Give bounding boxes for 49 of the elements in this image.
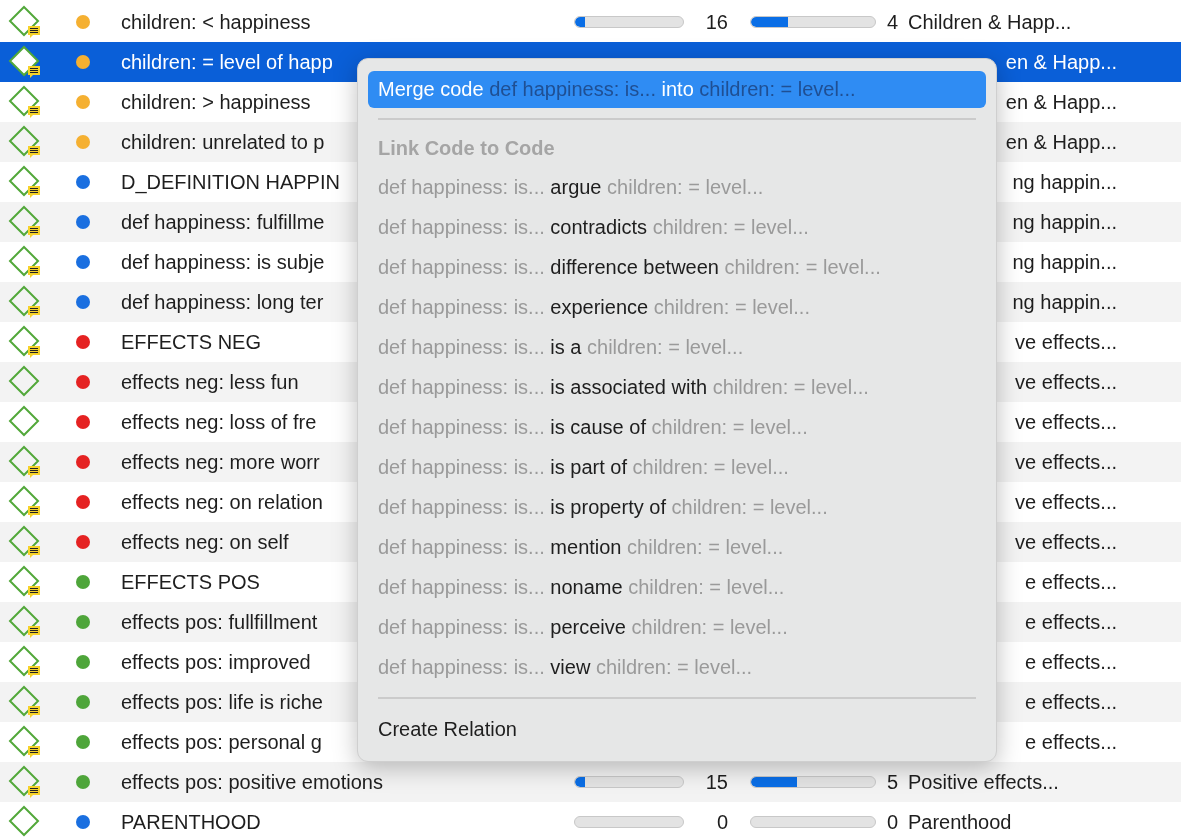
code-name: effects neg: less fun [121, 370, 299, 394]
code-name: effects neg: on self [121, 530, 289, 554]
code-name: effects neg: more worr [121, 450, 320, 474]
code-name: def happiness: long ter [121, 290, 324, 314]
code-name: EFFECTS POS [121, 570, 260, 594]
code-group: e effects... [1025, 610, 1117, 634]
code-group: e effects... [1025, 730, 1117, 754]
code-group: Positive effects... [908, 770, 1059, 794]
code-group: Children & Happ... [908, 10, 1072, 34]
code-name: effects neg: on relation [121, 490, 323, 514]
code-group: ve effects... [1015, 370, 1117, 394]
code-group: en & Happ... [1005, 130, 1117, 154]
code-name: D_DEFINITION HAPPIN [121, 170, 340, 194]
code-name: effects pos: life is riche [121, 690, 323, 714]
section-title: Link Code to Code [377, 136, 556, 161]
code-group: ve effects... [1015, 530, 1117, 554]
code-name: children: > happiness [121, 90, 311, 114]
code-name: children: = level of happ [121, 50, 333, 74]
memo-count: 4 [886, 10, 898, 34]
code-group: e effects... [1025, 570, 1117, 594]
code-group: Parenthood [908, 810, 1012, 834]
frequency-count: 15 [705, 770, 728, 794]
code-group: ve effects... [1015, 490, 1117, 514]
code-name: PARENTHOOD [121, 810, 261, 834]
code-group: ng happin... [1012, 170, 1117, 194]
frequency-count: 0 [716, 810, 728, 834]
code-name: effects pos: fullfillment [121, 610, 318, 634]
memo-count: 5 [886, 770, 898, 794]
code-name: effects neg: loss of fre [121, 410, 317, 434]
code-name: effects pos: improved [121, 650, 311, 674]
code-name: effects pos: personal g [121, 730, 322, 754]
code-name: children: < happiness [121, 10, 311, 34]
code-group: ve effects... [1015, 330, 1117, 354]
code-group: en & Happ... [1005, 50, 1117, 74]
code-group: e effects... [1025, 650, 1117, 674]
code-name: effects pos: positive emotions [121, 770, 383, 794]
code-group: ng happin... [1012, 290, 1117, 314]
code-name: EFFECTS NEG [121, 330, 261, 354]
code-group: en & Happ... [1005, 90, 1117, 114]
frequency-count: 16 [705, 10, 728, 34]
code-group: ve effects... [1015, 410, 1117, 434]
code-group: e effects... [1025, 690, 1117, 714]
code-name: def happiness: fulfillme [121, 210, 325, 234]
code-group: ng happin... [1012, 210, 1117, 234]
code-group: ve effects... [1015, 450, 1117, 474]
memo-count: 0 [886, 810, 898, 834]
code-group: ng happin... [1012, 250, 1117, 274]
code-name: children: unrelated to p [121, 130, 325, 154]
code-name: def happiness: is subje [121, 250, 325, 274]
